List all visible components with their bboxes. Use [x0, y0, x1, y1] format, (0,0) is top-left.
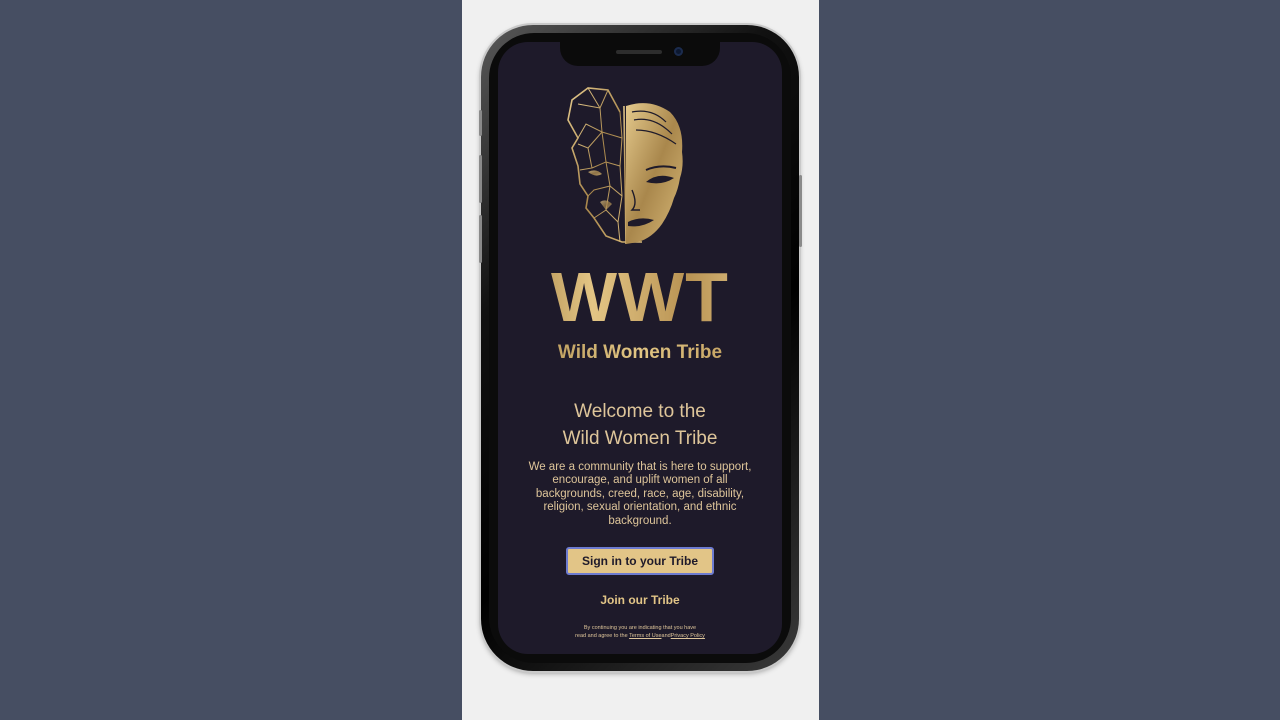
privacy-policy-link[interactable]: Privacy Policy — [671, 633, 705, 639]
wolf-woman-logo-icon — [567, 87, 683, 245]
legal-prefix: read and agree to the — [575, 633, 628, 639]
front-camera — [674, 47, 683, 56]
phone-side-button-mute — [479, 110, 482, 136]
app-screen: WWT Wild Women Tribe Welcome to the Wild… — [498, 42, 782, 654]
legal-line-1: By continuing you are indicating that yo… — [583, 625, 697, 631]
join-tribe-link[interactable]: Join our Tribe — [498, 593, 782, 607]
phone-side-button-volume-down — [479, 215, 482, 263]
speaker-grille — [616, 50, 662, 54]
community-description: We are a community that is here to suppo… — [528, 461, 752, 527]
sign-in-button[interactable]: Sign in to your Tribe — [566, 547, 714, 575]
phone-notch — [560, 42, 720, 66]
welcome-heading: Welcome to the Wild Women Tribe — [498, 398, 782, 452]
legal-and: and — [661, 633, 671, 639]
phone-side-button-power — [799, 175, 802, 247]
brand-name: Wild Women Tribe — [498, 342, 782, 364]
terms-of-use-link[interactable]: Terms of Use — [629, 633, 661, 639]
welcome-line-2: Wild Women Tribe — [562, 428, 718, 449]
legal-line-2: read and agree to the Terms of UseandPri… — [518, 632, 762, 640]
welcome-line-1: Welcome to the — [574, 401, 706, 422]
legal-notice: By continuing you are indicating that yo… — [518, 624, 762, 640]
brand-acronym: WWT — [498, 262, 782, 332]
phone-side-button-volume-up — [479, 155, 482, 203]
